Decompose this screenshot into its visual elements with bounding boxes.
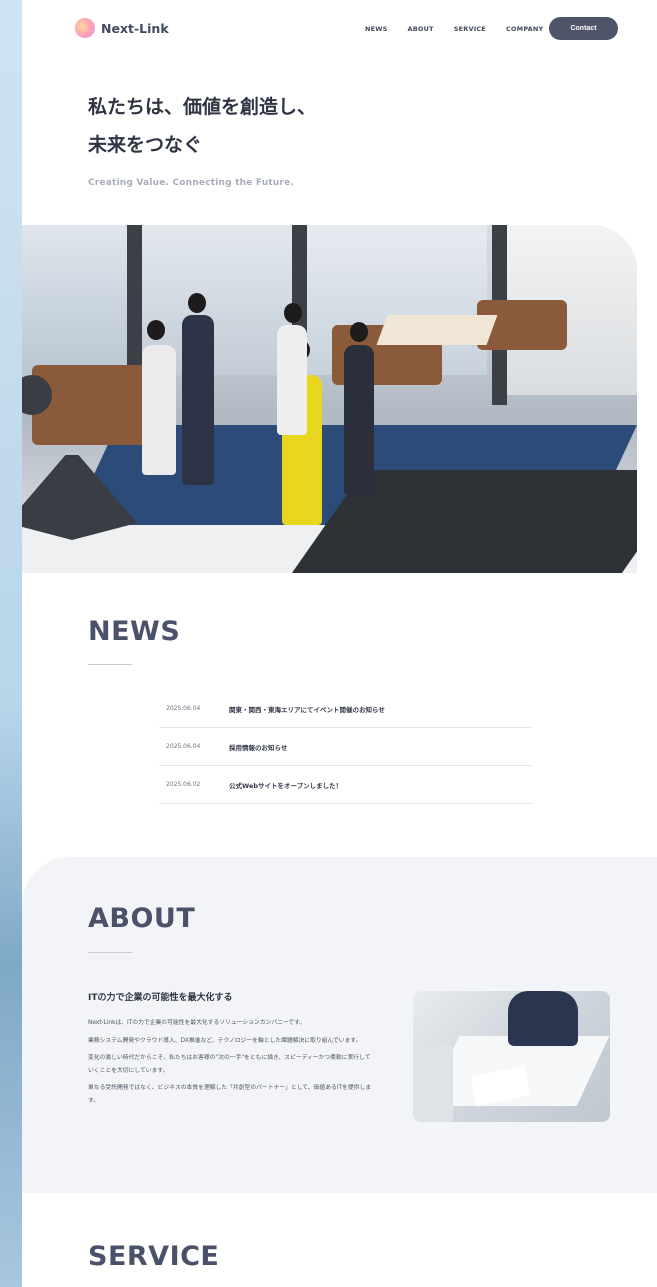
news-headline[interactable]: 公式Webサイトをオープンしました！ (229, 780, 342, 790)
logo-icon (75, 18, 95, 38)
news-headline[interactable]: 関東・関西・東海エリアにてイベント開催のお知らせ (229, 704, 385, 714)
person-head (147, 320, 165, 340)
news-item[interactable]: 2025.06.04 関東・関西・東海エリアにてイベント開催のお知らせ (159, 690, 532, 728)
person (344, 345, 374, 495)
about-body: Next-Linkは、ITの力で企業の可能性を最大化するソリューションカンパニー… (88, 1017, 374, 1112)
hero-subtitle: Creating Value. Connecting the Future. (88, 178, 295, 188)
news-date: 2025.06.02 (166, 781, 201, 788)
about-paragraph: Next-Linkは、ITの力で企業の可能性を最大化するソリューションカンパニー… (88, 1020, 306, 1026)
hero-title-line1: 私たちは、価値を創造し、 (88, 96, 317, 118)
about-paragraph: 変化の激しい時代だからこそ、私たちはお客様の"次の一手"をともに描き、スピーディ… (88, 1055, 371, 1074)
person (182, 315, 214, 485)
site-header: Next-Link NEWS ABOUT SERVICE COMPANY Con… (22, 0, 657, 58)
person (277, 325, 307, 435)
hero-title-line2: 未来をつなぐ (88, 134, 203, 156)
news-item[interactable]: 2025.06.02 公式Webサイトをオープンしました！ (159, 766, 532, 804)
nav-service[interactable]: SERVICE (454, 25, 486, 33)
about-meeting-photo (413, 991, 610, 1122)
hero-title: 私たちは、価値を創造し、 未来をつなぐ (88, 88, 316, 164)
nav-company[interactable]: COMPANY (506, 25, 544, 33)
nav-news[interactable]: NEWS (365, 25, 388, 33)
logo-text: Next-Link (101, 20, 169, 36)
about-heading: ITの力で企業の可能性を最大化する (88, 993, 233, 1003)
news-list: 2025.06.04 関東・関西・東海エリアにてイベント開催のお知らせ 2025… (159, 690, 532, 804)
news-date: 2025.06.04 (166, 743, 201, 750)
news-date: 2025.06.04 (166, 705, 201, 712)
table (376, 315, 498, 345)
person (142, 345, 176, 475)
about-paragraph: 業務システム開発やクラウド導入、DX推進など、テクノロジーを軸とした課題解決に取… (88, 1037, 362, 1044)
main-nav: NEWS ABOUT SERVICE COMPANY (365, 25, 543, 33)
page: Next-Link NEWS ABOUT SERVICE COMPANY Con… (22, 0, 657, 1287)
news-section-title: NEWS (88, 616, 181, 647)
person-head (188, 293, 206, 313)
about-section: ABOUT ITの力で企業の可能性を最大化する Next-Linkは、ITの力で… (22, 857, 657, 1193)
sofa (32, 365, 152, 445)
news-item[interactable]: 2025.06.04 採用情報のお知らせ (159, 728, 532, 766)
logo[interactable]: Next-Link (75, 18, 169, 38)
service-section-title: SERVICE (88, 1241, 220, 1272)
news-headline[interactable]: 採用情報のお知らせ (229, 742, 287, 752)
nav-about[interactable]: ABOUT (408, 25, 434, 33)
background-strip (0, 0, 22, 1287)
person-head (350, 322, 368, 342)
about-paragraph: 単なる受託開発ではなく、ビジネスの本質を理解した「共創型のパートナー」として、価… (88, 1085, 372, 1104)
about-section-title: ABOUT (88, 903, 196, 934)
hero-office-photo (22, 225, 637, 573)
person (508, 991, 578, 1046)
person (413, 1046, 453, 1122)
person-head (284, 303, 302, 323)
title-underline (88, 952, 132, 953)
title-underline (88, 664, 132, 665)
window-view (22, 225, 127, 375)
contact-button[interactable]: Contact (549, 17, 618, 40)
